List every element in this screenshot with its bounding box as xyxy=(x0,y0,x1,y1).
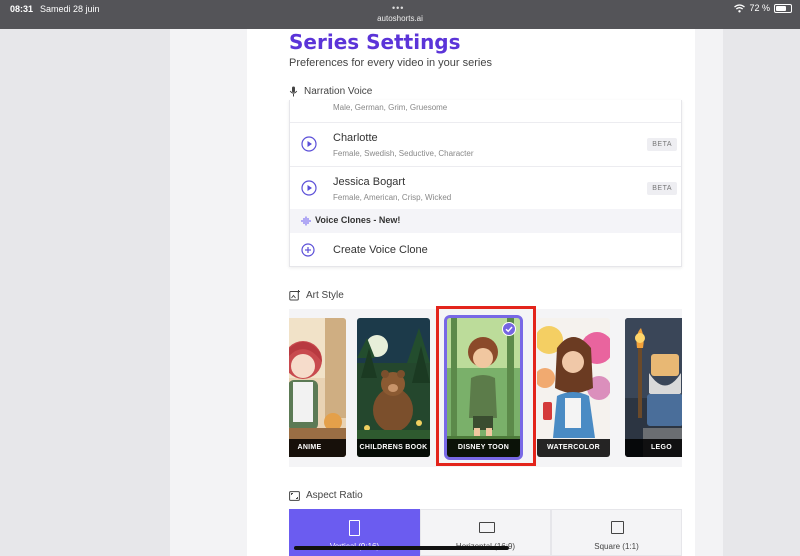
page-title: Series Settings xyxy=(289,30,461,54)
voice-clones-header: Voice Clones - New! xyxy=(290,209,681,233)
image-plus-icon xyxy=(289,290,300,301)
plus-circle-icon[interactable] xyxy=(301,243,315,257)
status-bar: 08:31 Samedi 28 juin ••• autoshorts.ai 7… xyxy=(0,0,800,29)
art-style-label: Art Style xyxy=(289,290,344,301)
anime-thumbnail xyxy=(289,318,346,457)
play-icon[interactable] xyxy=(301,136,317,152)
home-indicator[interactable] xyxy=(294,546,509,550)
beta-badge: BETA xyxy=(647,138,677,151)
landscape-icon xyxy=(479,522,495,533)
play-icon[interactable] xyxy=(301,180,317,196)
art-style-watercolor[interactable]: WATERCOLOR xyxy=(537,318,610,457)
aspect-option-label: Square (1:1) xyxy=(594,542,639,551)
waveform-icon xyxy=(301,216,311,226)
voice-name: Jessica Bogart xyxy=(333,176,406,188)
address-url[interactable]: autoshorts.ai xyxy=(0,14,800,23)
narration-voice-label: Narration Voice xyxy=(289,86,372,97)
battery-icon xyxy=(774,3,792,13)
aspect-ratio-label: Aspect Ratio xyxy=(289,490,363,501)
art-style-text: Art Style xyxy=(306,290,344,301)
watercolor-thumbnail xyxy=(537,318,610,457)
art-style-caption: CHILDRENS BOOK xyxy=(357,439,430,457)
art-style-anime[interactable]: ANIME xyxy=(289,318,346,457)
voice-desc: Female, Swedish, Seductive, Character xyxy=(333,149,474,158)
narration-voice-text: Narration Voice xyxy=(304,86,373,97)
aspect-option-square[interactable]: Square (1:1) xyxy=(551,509,682,556)
selection-highlight-box xyxy=(436,306,536,466)
page-subtitle: Preferences for every video in your seri… xyxy=(289,57,492,69)
voice-list[interactable]: Male, German, Grim, Gruesome Charlotte F… xyxy=(289,100,682,267)
voice-item-charlotte[interactable]: Charlotte Female, Swedish, Seductive, Ch… xyxy=(290,122,681,166)
voice-item-jessica-bogart[interactable]: Jessica Bogart Female, American, Crisp, … xyxy=(290,166,681,210)
multitask-dots-icon[interactable]: ••• xyxy=(392,3,404,13)
voice-clones-title: Voice Clones - New! xyxy=(315,215,401,225)
voice-name: Charlotte xyxy=(333,132,378,144)
childrens-book-thumbnail xyxy=(357,318,430,457)
status-indicators: 72 % xyxy=(734,3,792,13)
art-style-childrens-book[interactable]: CHILDRENS BOOK xyxy=(357,318,430,457)
status-date: Samedi 28 juin xyxy=(40,4,100,14)
wifi-icon xyxy=(734,3,746,12)
art-style-lego[interactable]: LEGO xyxy=(625,318,682,457)
status-time: 08:31 xyxy=(10,4,34,14)
create-voice-clone-button[interactable]: Create Voice Clone xyxy=(290,233,681,266)
voice-desc: Female, American, Crisp, Wicked xyxy=(333,193,452,202)
portrait-icon xyxy=(349,520,360,536)
microphone-icon xyxy=(289,86,298,97)
lego-thumbnail xyxy=(625,318,682,457)
square-icon xyxy=(611,521,624,534)
art-style-caption: LEGO xyxy=(625,439,682,457)
create-voice-clone-label: Create Voice Clone xyxy=(333,244,428,256)
aspect-ratio-icon xyxy=(289,490,300,501)
art-style-caption: WATERCOLOR xyxy=(537,439,610,457)
battery-percent: 72 % xyxy=(749,3,770,13)
voice-desc-partial: Male, German, Grim, Gruesome xyxy=(333,103,448,112)
beta-badge: BETA xyxy=(647,182,677,195)
art-style-caption: ANIME xyxy=(289,439,346,457)
aspect-ratio-text: Aspect Ratio xyxy=(306,490,363,501)
